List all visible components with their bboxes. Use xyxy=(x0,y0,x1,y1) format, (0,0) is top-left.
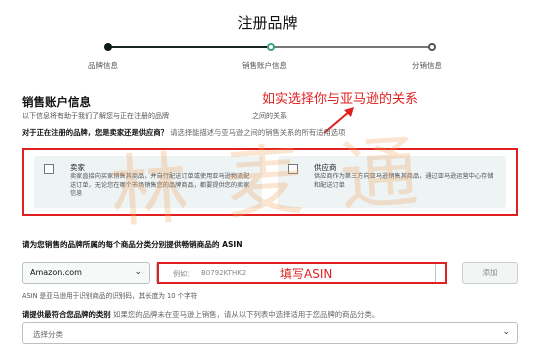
step-marker-seller-account xyxy=(267,43,275,51)
category-placeholder: 选择分类 xyxy=(33,330,63,339)
step-label-seller-account: 销售账户信息 xyxy=(242,61,287,70)
page-title: 注册品牌 xyxy=(237,14,298,32)
asin-note: ASIN 是亚马逊用于识别商品的识别码，其长度为 10 个字符 xyxy=(22,292,198,300)
relationship-options: 卖家 卖家直接向买家销售其商品，并自行配送订单或使用亚马逊物流配送订单，无论您在… xyxy=(22,148,518,216)
asin-section-title: 请为您销售的品牌所属的每个商品分类分别提供畅销商品的 ASIN xyxy=(22,240,243,249)
marketplace-value: Amazon.com xyxy=(30,268,82,277)
vendor-title: 供应商 xyxy=(314,163,337,172)
vendor-description: 供应商作为第三方向亚马逊销售其商品，通过亚马逊运营中心存储和配送订单 xyxy=(314,173,494,189)
chevron-down-icon: ⌄ xyxy=(134,267,142,277)
question-hint: 请选择能描述与亚马逊之间的销售关系的所有适用选项 xyxy=(170,128,346,137)
category-label: 请提供最符合您品牌的类别 xyxy=(22,310,111,319)
category-hint: 如果您的品牌未在亚马逊上销售，请从以下列表中选择适用于您品牌的商品分类。 xyxy=(113,310,380,319)
seller-description: 卖家直接向买家销售其商品，并自行配送订单或使用亚马逊物流配送订单，无论您在哪个市… xyxy=(70,173,250,198)
vendor-checkbox[interactable] xyxy=(288,164,298,174)
category-select[interactable]: 选择分类 ⌄ xyxy=(22,322,518,344)
step-label-distribution: 分销信息 xyxy=(412,61,442,70)
stepper-line-pending xyxy=(274,46,430,48)
section-title: 销售账户信息 xyxy=(22,95,91,109)
annotation-asin: 填写ASIN xyxy=(280,267,333,281)
marketplace-select[interactable]: Amazon.com ⌄ xyxy=(22,262,150,284)
step-marker-distribution xyxy=(428,43,436,51)
step-marker-brand-info xyxy=(104,43,112,51)
section-subtitle: 以下信息将有助于我们了解您与正在注册的品牌 之间的关系 xyxy=(22,111,287,121)
option-vendor[interactable]: 供应商 供应商作为第三方向亚马逊销售其商品，通过亚马逊运营中心存储和配送订单 xyxy=(278,156,506,208)
seller-checkbox[interactable] xyxy=(44,164,54,174)
option-seller[interactable]: 卖家 卖家直接向买家销售其商品，并自行配送订单或使用亚马逊物流配送订单，无论您在… xyxy=(34,156,262,208)
stepper-line-completed xyxy=(108,46,268,48)
question-label: 对于正在注册的品牌，您是卖家还是供应商？ xyxy=(22,128,168,137)
relationship-question: 对于正在注册的品牌，您是卖家还是供应商？ 请选择能描述与亚马逊之间的销售关系的所… xyxy=(22,128,345,138)
section-subtitle-tail: 之间的关系 xyxy=(252,112,287,120)
category-question: 请提供最符合您品牌的类别 如果您的品牌未在亚马逊上销售，请从以下列表中选择适用于… xyxy=(22,309,379,320)
add-asin-button[interactable]: 添加 xyxy=(462,262,518,284)
seller-title: 卖家 xyxy=(70,163,85,172)
step-label-brand-info: 品牌信息 xyxy=(88,61,118,70)
section-subtitle-text: 以下信息将有助于我们了解您与正在注册的品牌 xyxy=(22,112,169,120)
chevron-down-icon: ⌄ xyxy=(502,327,510,337)
